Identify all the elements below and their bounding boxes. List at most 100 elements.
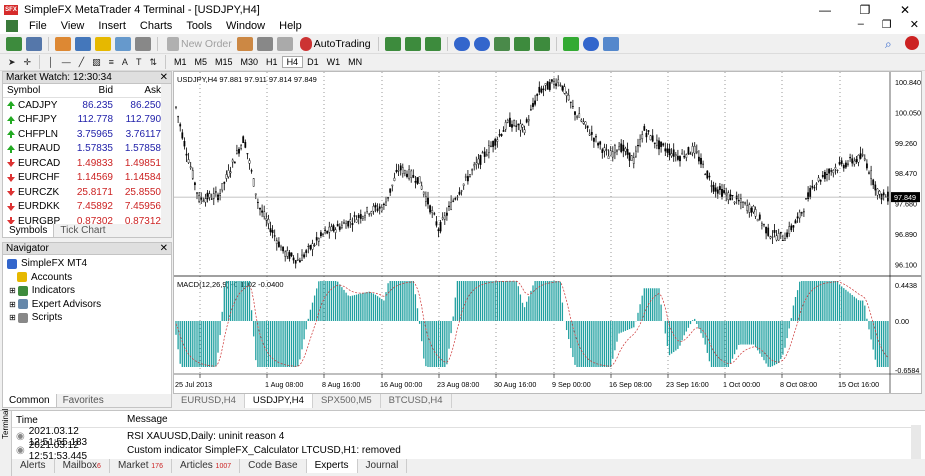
close-icon[interactable]: ✕ (160, 243, 168, 254)
data-window-icon[interactable] (75, 36, 91, 51)
table-row[interactable]: EURAUD 1.57835 1.57858 (3, 142, 171, 157)
menu-tools[interactable]: Tools (179, 20, 219, 32)
mdi-restore-button[interactable]: ❐ (882, 18, 892, 31)
terminal-scrollbar[interactable] (911, 425, 921, 459)
tab-articles[interactable]: Articles 1007 (172, 459, 241, 473)
chart-window[interactable]: USDJPY,H4 97.881 97.911 97.814 97.849 100… (173, 71, 922, 394)
tf-mn[interactable]: MN (344, 57, 366, 67)
nav-item-scripts[interactable]: ⊞ Scripts (3, 311, 171, 325)
chart-tab-usdjpy[interactable]: USDJPY,H4 (244, 394, 313, 408)
tab-tick-chart[interactable]: Tick Chart (54, 224, 111, 237)
new-chart-icon[interactable] (6, 36, 22, 51)
column-message[interactable]: Message (127, 414, 168, 427)
tab-common[interactable]: Common (3, 394, 57, 407)
notifications-icon[interactable] (905, 36, 919, 50)
crosshair-icon[interactable]: ✛ (20, 57, 36, 68)
channel-icon[interactable]: ▨ (88, 57, 105, 68)
horizontal-line-icon[interactable]: — (58, 57, 75, 67)
nav-item-root[interactable]: SimpleFX MT4 (3, 257, 171, 271)
close-button[interactable]: ✕ (885, 0, 925, 20)
profiles-icon[interactable] (26, 36, 42, 51)
log-row[interactable]: ◉ 2021.03.12 12:51:55.183 RSI XAUUSD,Dail… (12, 426, 912, 448)
tab-favorites[interactable]: Favorites (57, 394, 110, 407)
trendline-icon[interactable]: ╱ (75, 57, 88, 68)
mdi-close-button[interactable]: ✕ (910, 18, 919, 31)
table-row[interactable]: CADJPY 86.235 86.250 (3, 98, 171, 113)
chart-window-icon[interactable] (6, 20, 18, 32)
tf-d1[interactable]: D1 (303, 57, 323, 67)
tab-mailbox[interactable]: Mailbox6 (55, 459, 110, 473)
tab-experts[interactable]: Experts (306, 459, 358, 473)
zoom-in-icon[interactable] (453, 36, 470, 51)
table-row[interactable]: EURGBP 0.87302 0.87312 (3, 214, 171, 224)
autotrading-button[interactable]: AutoTrading (295, 36, 374, 52)
menu-file[interactable]: File (22, 20, 54, 32)
indicators-icon[interactable] (562, 36, 579, 51)
column-symbol[interactable]: Symbol (3, 85, 61, 96)
menu-insert[interactable]: Insert (91, 20, 133, 32)
close-icon[interactable]: ✕ (160, 72, 168, 83)
tf-m5[interactable]: M5 (191, 57, 212, 67)
tab-journal[interactable]: Journal (358, 459, 408, 473)
candlestick-icon[interactable] (404, 36, 421, 51)
terminal-icon[interactable] (115, 36, 131, 51)
minimize-button[interactable]: — (805, 0, 845, 20)
arrows-icon[interactable]: ⇅ (145, 57, 161, 68)
market-watch-scrollbar[interactable] (161, 84, 171, 224)
signals-icon[interactable] (256, 36, 273, 51)
market-watch-icon[interactable] (55, 36, 71, 51)
tester-icon[interactable] (135, 36, 151, 51)
strategy-icon[interactable] (276, 36, 293, 51)
maximize-button[interactable]: ❐ (845, 0, 885, 20)
mdi-minimize-button[interactable]: – (858, 18, 864, 31)
table-row[interactable]: EURCZK 25.8171 25.8550 (3, 185, 171, 200)
tf-h1[interactable]: H1 (262, 57, 282, 67)
vertical-line-icon[interactable]: │ (44, 57, 58, 67)
tf-h4[interactable]: H4 (281, 56, 304, 68)
column-ask[interactable]: Ask (113, 85, 161, 96)
nav-item-accounts[interactable]: Accounts (3, 271, 171, 285)
navigator-icon[interactable] (95, 36, 111, 51)
table-row[interactable]: EURDKK 7.45892 7.45956 (3, 200, 171, 215)
tf-m15[interactable]: M15 (211, 57, 237, 67)
tab-code-base[interactable]: Code Base (240, 459, 307, 473)
chart-tab-eurusd[interactable]: EURUSD,H4 (173, 394, 245, 408)
zoom-out-icon[interactable] (473, 36, 490, 51)
table-row[interactable]: EURCHF 1.14569 1.14584 (3, 171, 171, 186)
autoscroll-icon[interactable] (513, 36, 530, 51)
table-row[interactable]: CHFPLN 3.75965 3.76117 (3, 127, 171, 142)
menu-window[interactable]: Window (219, 20, 272, 32)
chart-tab-btcusd[interactable]: BTCUSD,H4 (381, 394, 452, 408)
tab-alerts[interactable]: Alerts (12, 459, 55, 473)
expand-icon[interactable]: ⊞ (9, 300, 16, 309)
tile-windows-icon[interactable] (493, 36, 510, 51)
bar-chart-icon[interactable] (384, 36, 401, 51)
tf-m1[interactable]: M1 (170, 57, 191, 67)
chart-shift-icon[interactable] (533, 36, 550, 51)
cursor-icon[interactable]: ➤ (4, 57, 20, 68)
line-chart-icon[interactable] (424, 36, 441, 51)
nav-item-experts[interactable]: ⊞ Expert Advisors (3, 298, 171, 312)
periods-icon[interactable] (582, 36, 599, 51)
chart-tab-spx500[interactable]: SPX500,M5 (313, 394, 381, 408)
text-label-icon[interactable]: T (132, 57, 146, 67)
column-bid[interactable]: Bid (61, 85, 113, 96)
text-icon[interactable]: A (118, 57, 132, 67)
table-row[interactable]: EURCAD 1.49833 1.49851 (3, 156, 171, 171)
nav-item-indicators[interactable]: ⊞ Indicators (3, 284, 171, 298)
templates-icon[interactable] (602, 36, 619, 51)
metaeditor-icon[interactable] (236, 36, 253, 51)
fibonacci-icon[interactable]: ≡ (105, 57, 118, 67)
tab-market[interactable]: Market 176 (110, 459, 172, 473)
tab-symbols[interactable]: Symbols (3, 224, 55, 237)
price-chart[interactable]: USDJPY,H4 97.881 97.911 97.814 97.849 100… (174, 72, 921, 393)
expand-icon[interactable]: ⊞ (9, 313, 16, 322)
log-row[interactable]: ◉ 2021.03.12 12:51:53.445 Custom indicato… (12, 440, 912, 462)
menu-view[interactable]: View (54, 20, 92, 32)
tf-m30[interactable]: M30 (237, 57, 263, 67)
table-row[interactable]: CHFJPY 112.778 112.790 (3, 113, 171, 128)
expand-icon[interactable]: ⊞ (9, 286, 16, 295)
new-order-button[interactable]: New Order (162, 36, 235, 52)
menu-charts[interactable]: Charts (133, 20, 179, 32)
menu-help[interactable]: Help (272, 20, 309, 32)
